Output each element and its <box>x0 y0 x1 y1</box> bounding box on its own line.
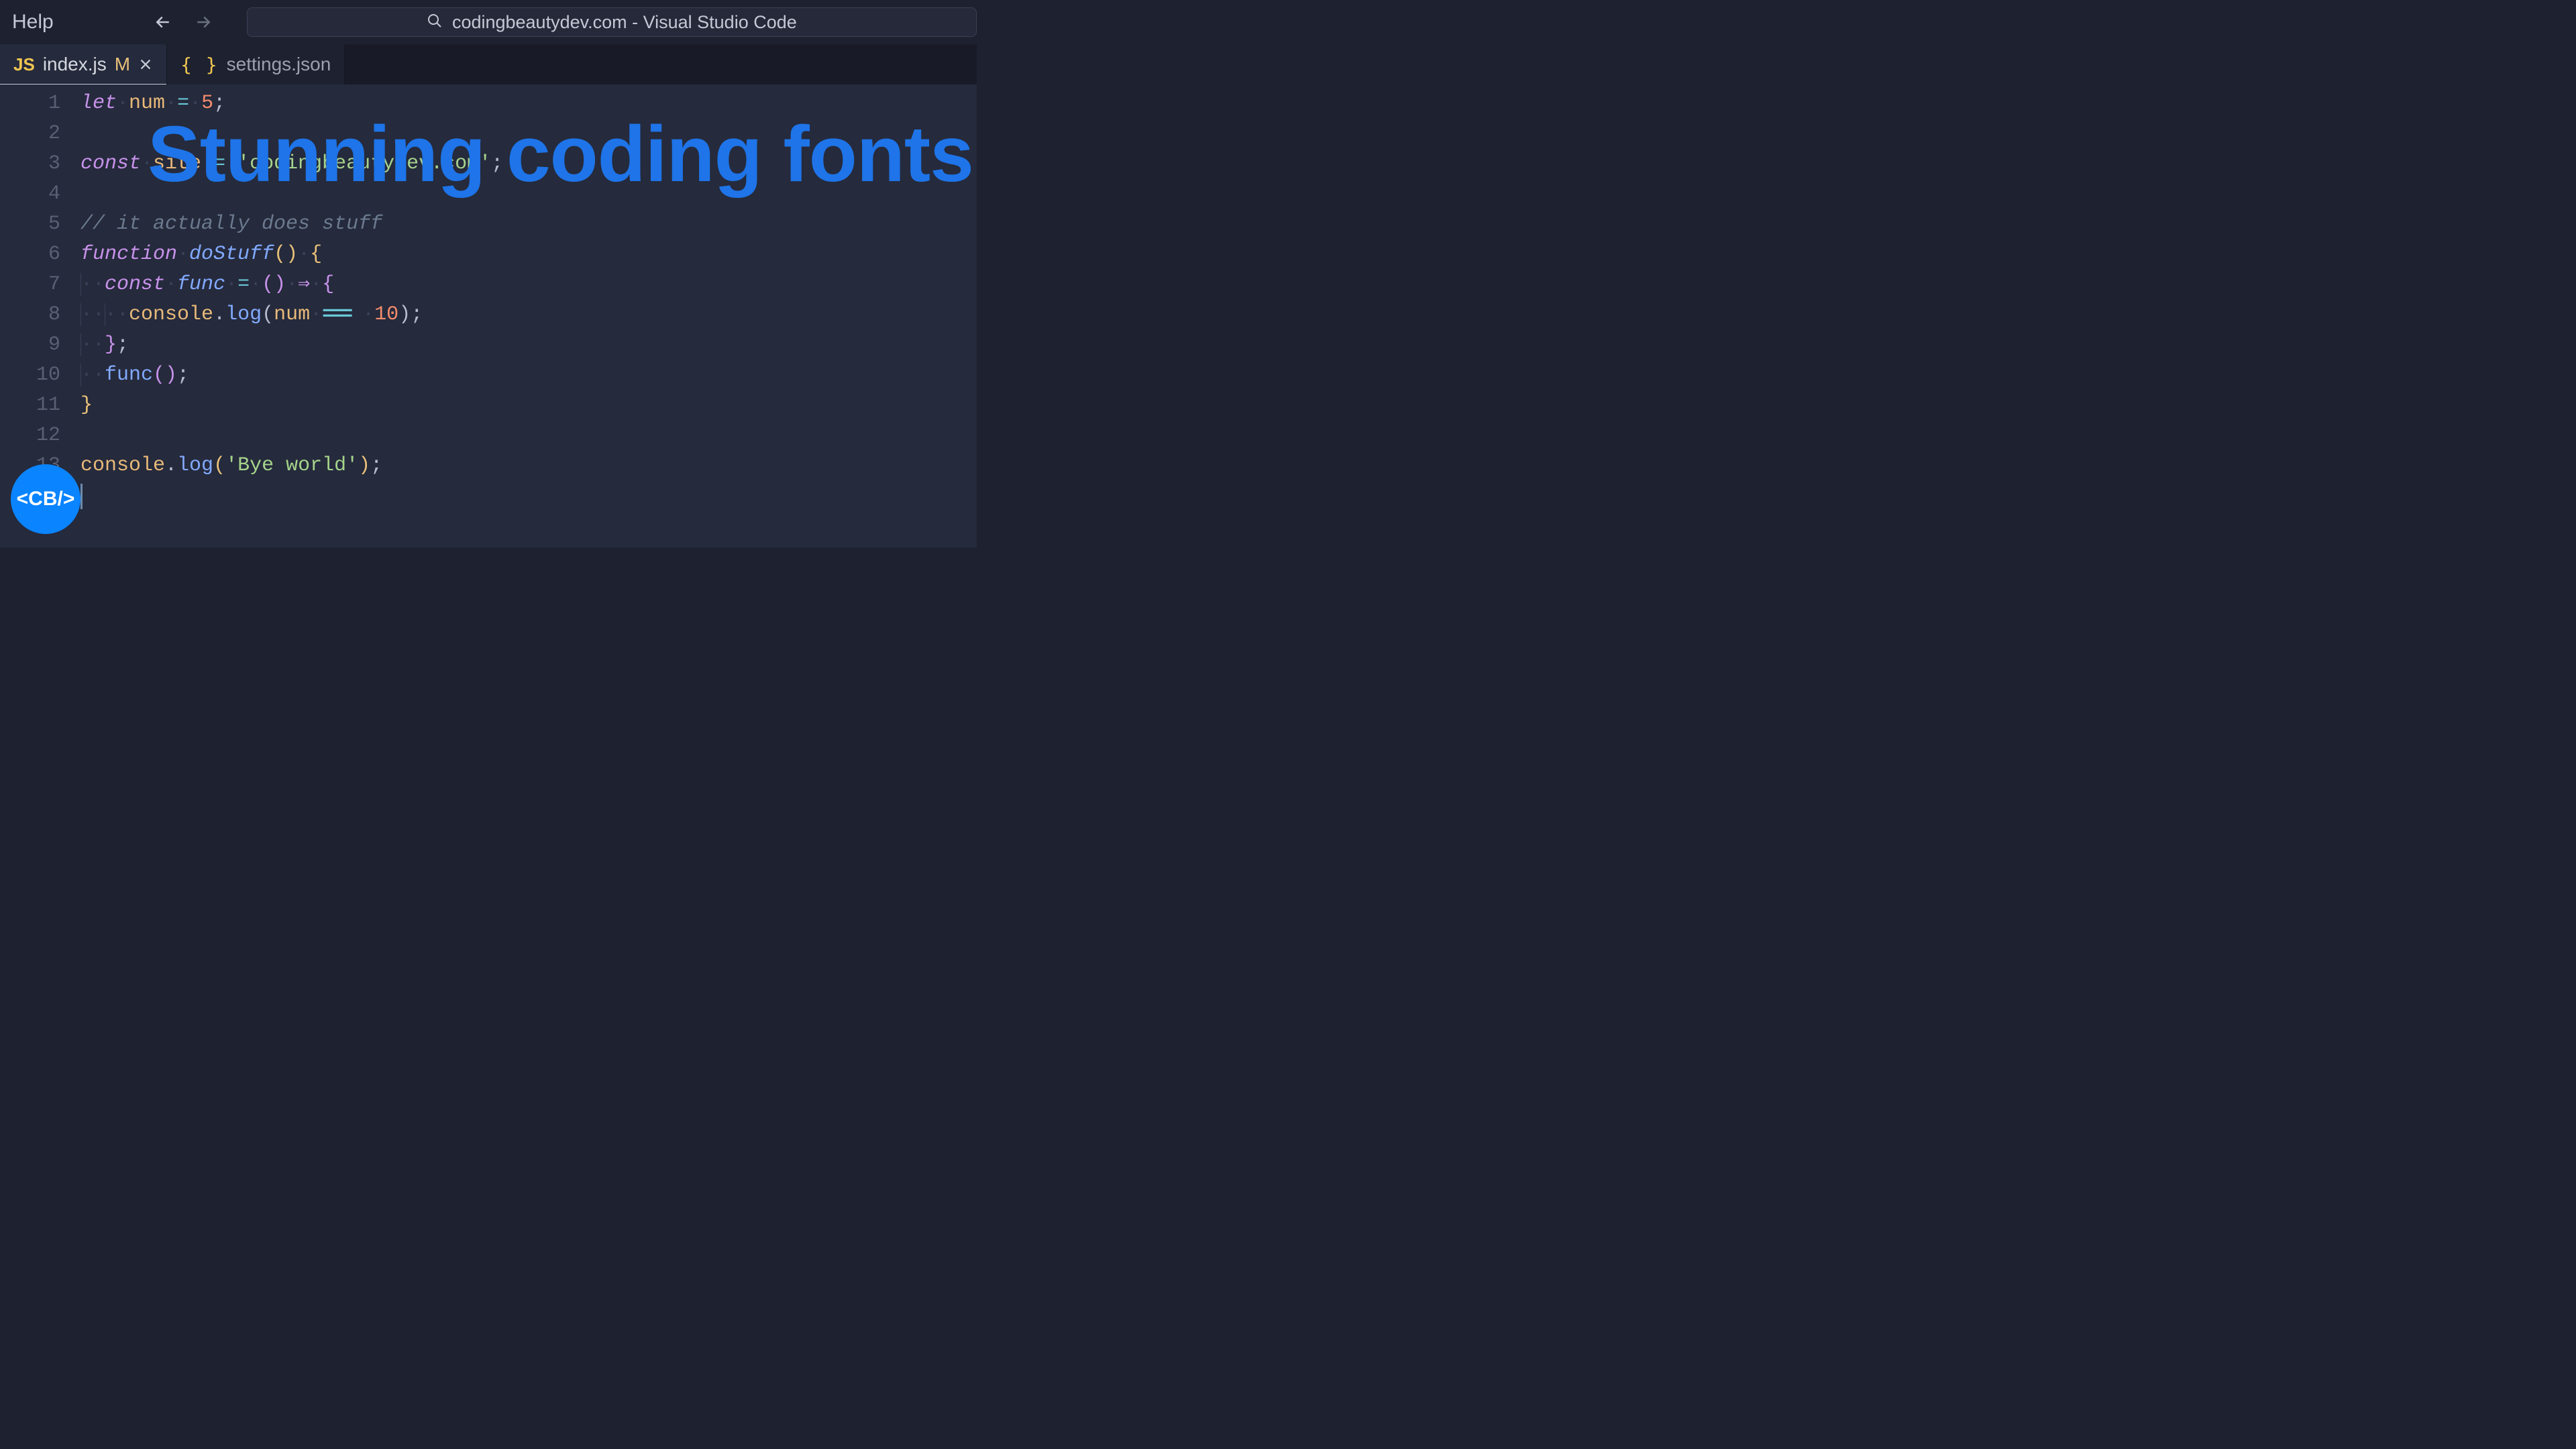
titlebar: Help codingbeautydev.com - Visual Studio… <box>0 0 977 44</box>
menu-help[interactable]: Help <box>0 11 66 34</box>
tab-close-button[interactable] <box>138 57 153 72</box>
code-line: ··const·func·=·()·⇒·{ <box>80 270 977 300</box>
js-file-icon: JS <box>13 54 35 75</box>
tab-filename: settings.json <box>227 54 331 75</box>
search-text: codingbeautydev.com - Visual Studio Code <box>452 12 797 33</box>
tab-index-js[interactable]: JS index.js M <box>0 44 167 85</box>
nav-arrows <box>153 12 213 32</box>
nav-forward-button[interactable] <box>193 12 213 32</box>
code-line <box>80 421 977 451</box>
code-line: } <box>80 390 977 421</box>
code-line: ··}; <box>80 330 977 360</box>
code-line: ····console.log(num·=== ·10); <box>80 300 977 330</box>
code-line <box>80 481 977 511</box>
code-line: ··func(); <box>80 360 977 390</box>
overlay-heading: Stunning coding fonts <box>148 109 973 200</box>
command-center-search[interactable]: codingbeautydev.com - Visual Studio Code <box>247 7 977 37</box>
arrow-right-icon <box>193 12 213 32</box>
tab-filename: index.js <box>43 54 107 75</box>
arrow-left-icon <box>153 12 173 32</box>
code-line: // it actually does stuff <box>80 209 977 239</box>
code-line: function·doStuff()·{ <box>80 239 977 270</box>
tab-settings-json[interactable]: { } settings.json <box>167 44 345 85</box>
tab-bar: JS index.js M { } settings.json <box>0 44 977 85</box>
close-icon <box>138 57 153 72</box>
modified-indicator: M <box>115 54 130 75</box>
json-file-icon: { } <box>180 54 219 76</box>
cb-logo-badge: <CB/> <box>11 464 80 534</box>
search-icon <box>427 13 443 32</box>
text-cursor <box>80 484 83 509</box>
nav-back-button[interactable] <box>153 12 173 32</box>
code-line: console.log('Bye world'); <box>80 451 977 481</box>
